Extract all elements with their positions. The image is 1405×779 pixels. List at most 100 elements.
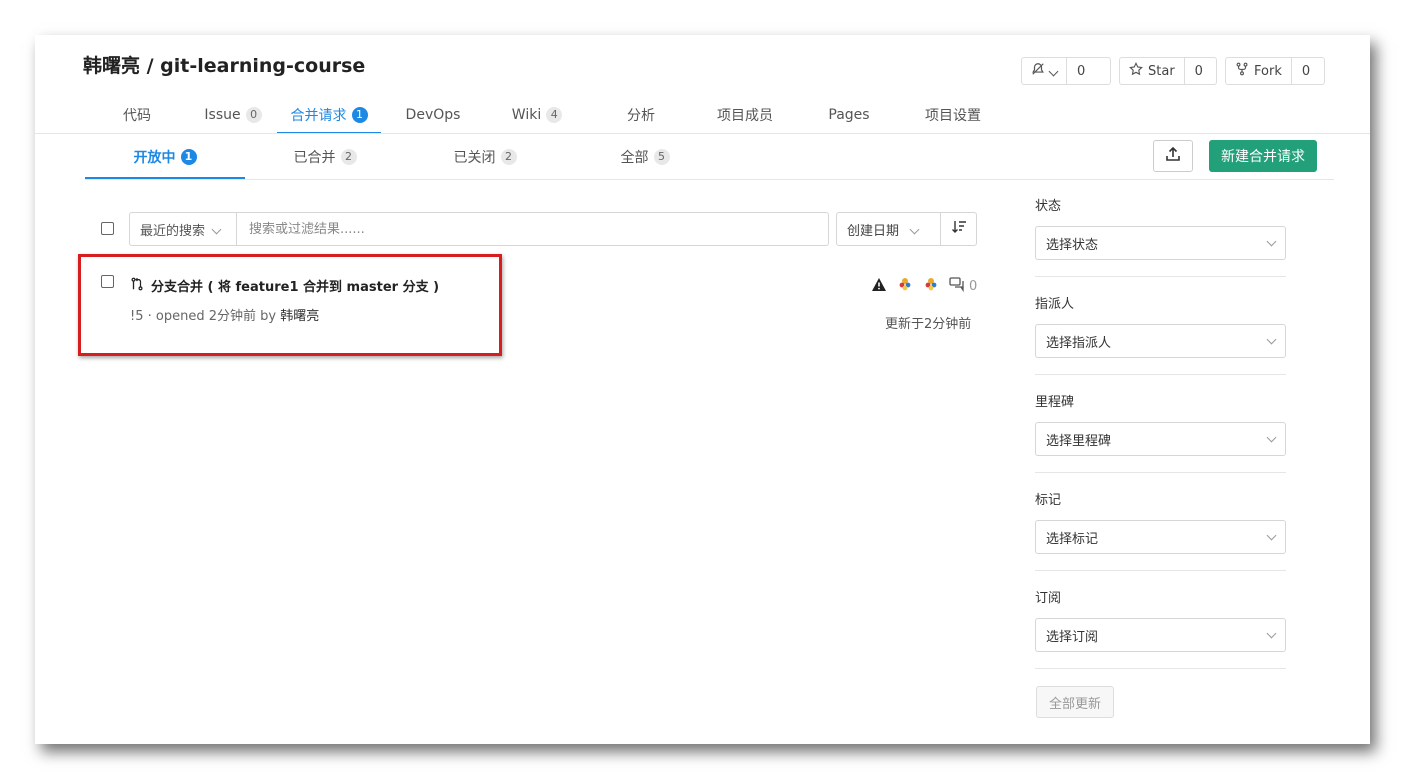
sort-field-dropdown[interactable]: 创建日期	[837, 213, 941, 245]
nav-wiki-badge: 4	[546, 107, 563, 123]
nav-code-label: 代码	[123, 108, 151, 124]
update-all-button[interactable]: 全部更新	[1036, 686, 1114, 718]
sort-field-label: 创建日期	[847, 223, 900, 239]
tab-merged[interactable]: 已合并 2	[245, 135, 405, 179]
sort-descending-icon	[951, 220, 967, 238]
sidebar-divider	[1035, 668, 1286, 669]
fork-label: Fork	[1254, 63, 1282, 79]
filter-milestone: 里程碑 选择里程碑	[1035, 391, 1286, 473]
tab-all-badge: 5	[653, 149, 670, 165]
fork-count: 0	[1290, 58, 1320, 84]
nav-pages-label: Pages	[828, 107, 870, 123]
chevron-down-icon	[1266, 236, 1277, 246]
author-avatar[interactable]	[897, 276, 913, 296]
filter-status-label: 状态	[1035, 199, 1062, 214]
search-input[interactable]	[237, 213, 828, 245]
assignee-select[interactable]: 选择指派人	[1035, 324, 1286, 358]
fork-button[interactable]: Fork 0	[1225, 57, 1325, 85]
comments-count-link[interactable]: 0	[949, 276, 978, 296]
repo-title[interactable]: 韩曙亮 / git-learning-course	[83, 51, 365, 78]
comments-count: 0	[969, 278, 978, 294]
star-button[interactable]: Star 0	[1119, 57, 1217, 85]
star-icon	[1129, 61, 1143, 80]
highlight-box	[78, 254, 502, 356]
subscription-select-value: 选择订阅	[1046, 629, 1099, 645]
tab-all-label: 全部	[620, 150, 649, 166]
tab-open[interactable]: 开放中 1	[85, 135, 245, 179]
tab-closed[interactable]: 已关闭 2	[405, 135, 565, 179]
tab-merged-badge: 2	[340, 149, 357, 165]
nav-members[interactable]: 项目成员	[693, 97, 797, 133]
sidebar-divider	[1035, 472, 1286, 473]
star-label: Star	[1148, 63, 1175, 79]
bell-off-icon	[1031, 62, 1045, 80]
nav-merge-requests-label: 合并请求	[290, 108, 347, 124]
nav-settings-label: 项目设置	[925, 108, 981, 124]
subscription-select[interactable]: 选择订阅	[1035, 618, 1286, 652]
sort-direction-button[interactable]	[941, 213, 976, 245]
repo-nav: 代码 Issue 0 合并请求 1 DevOps Wiki 4 分析 项目成员 Pag…	[105, 97, 1005, 134]
nav-issue-badge: 0	[245, 107, 262, 123]
nav-wiki-label: Wiki	[511, 107, 542, 123]
filter-milestone-label: 里程碑	[1035, 395, 1075, 410]
tab-closed-label: 已关闭	[453, 150, 496, 166]
reviewer-avatar[interactable]	[923, 276, 939, 296]
chevron-down-icon	[1266, 628, 1277, 638]
watch-toggle[interactable]	[1022, 58, 1066, 84]
chevron-down-icon	[1048, 64, 1059, 79]
merge-request-updated: 更新于2分钟前	[885, 317, 972, 332]
sort-control: 创建日期	[836, 212, 977, 246]
filter-bar: 最近的搜索	[129, 212, 829, 246]
nav-pages[interactable]: Pages	[797, 97, 901, 133]
star-toggle[interactable]: Star	[1120, 58, 1184, 84]
nav-analytics[interactable]: 分析	[589, 97, 693, 133]
nav-issue[interactable]: Issue 0	[189, 97, 277, 133]
filter-assignee: 指派人 选择指派人	[1035, 293, 1286, 375]
nav-members-label: 项目成员	[717, 108, 773, 124]
chevron-down-icon	[1266, 334, 1277, 344]
page-frame: 韩曙亮 / git-learning-course 0 Star 0 Fork …	[35, 35, 1370, 744]
label-select[interactable]: 选择标记	[1035, 520, 1286, 554]
nav-analytics-label: 分析	[627, 108, 655, 124]
recent-searches-dropdown[interactable]: 最近的搜索	[130, 213, 237, 245]
state-tabs: 开放中 1 已合并 2 已关闭 2 全部 5	[85, 135, 725, 179]
watch-count: 0	[1066, 58, 1095, 84]
fork-icon	[1235, 62, 1249, 80]
tab-merged-label: 已合并	[293, 150, 336, 166]
tab-open-label: 开放中	[133, 150, 176, 166]
nav-merge-requests-badge: 1	[351, 107, 368, 123]
tab-open-badge: 1	[180, 149, 197, 165]
select-all-checkbox[interactable]	[101, 222, 114, 235]
sidebar-divider	[1035, 570, 1286, 571]
chevron-down-icon	[1266, 530, 1277, 540]
chevron-down-icon	[1266, 432, 1277, 442]
tabs-divider	[85, 179, 1334, 180]
filter-subscription: 订阅 选择订阅	[1035, 587, 1286, 669]
nav-merge-requests[interactable]: 合并请求 1	[277, 97, 381, 134]
chevron-down-icon	[909, 222, 920, 237]
filter-status: 状态 选择状态	[1035, 195, 1286, 277]
recent-searches-label: 最近的搜索	[140, 223, 206, 239]
filter-label: 标记 选择标记	[1035, 489, 1286, 571]
export-button[interactable]	[1153, 140, 1193, 172]
nav-devops[interactable]: DevOps	[381, 97, 485, 133]
watch-button[interactable]: 0	[1021, 57, 1111, 85]
tab-all[interactable]: 全部 5	[565, 135, 725, 179]
nav-devops-label: DevOps	[405, 107, 461, 123]
status-select-value: 选择状态	[1046, 237, 1099, 253]
upload-icon	[1165, 146, 1181, 166]
filter-assignee-label: 指派人	[1035, 297, 1075, 312]
assignee-select-value: 选择指派人	[1046, 335, 1112, 351]
fork-toggle[interactable]: Fork	[1226, 58, 1291, 84]
nav-wiki[interactable]: Wiki 4	[485, 97, 589, 133]
nav-settings[interactable]: 项目设置	[901, 97, 1005, 133]
status-select[interactable]: 选择状态	[1035, 226, 1286, 260]
comments-icon	[949, 276, 966, 296]
new-merge-request-button[interactable]: 新建合并请求	[1209, 140, 1317, 172]
star-count: 0	[1183, 58, 1213, 84]
nav-code[interactable]: 代码	[105, 97, 169, 133]
sidebar-divider	[1035, 374, 1286, 375]
chevron-down-icon	[209, 222, 222, 237]
filter-label-label: 标记	[1035, 493, 1062, 508]
milestone-select[interactable]: 选择里程碑	[1035, 422, 1286, 456]
